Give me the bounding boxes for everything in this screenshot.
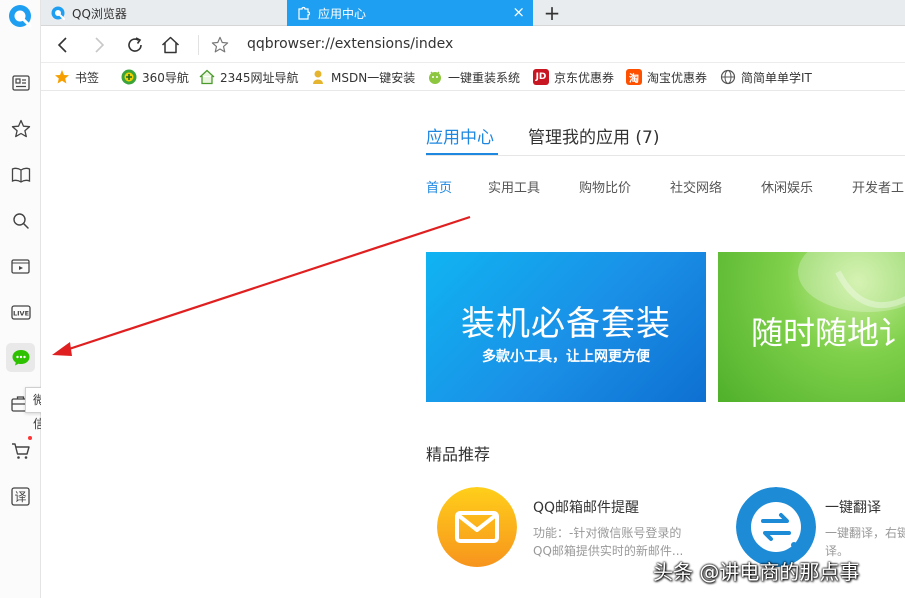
category-shopping[interactable]: 购物比价 bbox=[579, 177, 631, 196]
bookmark-item[interactable]: 淘 淘宝优惠券 bbox=[626, 68, 707, 86]
translate-app-icon bbox=[736, 487, 816, 567]
bookmark-label: 一键重装系统 bbox=[448, 70, 521, 85]
tab-title: QQ浏览器 bbox=[72, 6, 127, 21]
app-name: 一键翻译 bbox=[825, 500, 881, 516]
tab-app-center-home[interactable]: 应用中心 bbox=[426, 123, 494, 148]
taobao-icon: 淘 bbox=[626, 69, 642, 85]
notification-dot bbox=[28, 436, 32, 440]
toolbar-divider bbox=[198, 35, 199, 55]
bookmark-item[interactable]: JD 京东优惠券 bbox=[533, 68, 614, 86]
category-social[interactable]: 社交网络 bbox=[670, 177, 722, 196]
bookmark-label: 淘宝优惠券 bbox=[647, 70, 708, 85]
search-icon[interactable] bbox=[6, 206, 35, 235]
browser-window: LIVE 译 微信 QQ浏览器 应用中心 × + qqbrowser://ext… bbox=[0, 0, 905, 598]
reinstall-icon bbox=[429, 71, 441, 84]
banner-anywhere[interactable]: 随时随地讠 bbox=[718, 252, 905, 402]
wechat-icon[interactable] bbox=[6, 343, 35, 372]
bookmark-item[interactable]: 书签 bbox=[54, 68, 99, 86]
refresh-icon bbox=[128, 37, 142, 52]
bookmark-item[interactable]: 简简单单学IT bbox=[720, 68, 812, 86]
qq-browser-logo-icon[interactable] bbox=[8, 4, 33, 29]
bookmark-star-button[interactable] bbox=[208, 33, 232, 57]
new-tab-button[interactable]: + bbox=[539, 0, 565, 26]
qq-browser-tab-icon bbox=[51, 6, 65, 20]
svg-text:LIVE: LIVE bbox=[12, 310, 28, 318]
mail-icon bbox=[437, 487, 517, 567]
banner-title: 装机必备套装 bbox=[461, 304, 671, 344]
news-icon[interactable] bbox=[6, 68, 35, 97]
msdn-icon bbox=[313, 70, 323, 84]
forward-button[interactable] bbox=[87, 33, 111, 57]
bookmark-item[interactable]: 2345网址导航 bbox=[199, 68, 299, 86]
navigation-bar: qqbrowser://extensions/index bbox=[41, 26, 905, 63]
section-title: 精品推荐 bbox=[426, 445, 491, 464]
book-icon[interactable] bbox=[6, 160, 35, 189]
category-developer[interactable]: 开发者工 bbox=[852, 177, 904, 196]
bookmark-label: 京东优惠券 bbox=[554, 70, 615, 85]
video-icon[interactable] bbox=[6, 252, 35, 281]
banner-subtitle: 多款小工具，让上网更方便 bbox=[482, 349, 650, 365]
app-description: 功能：-针对微信账号登录的 bbox=[533, 526, 682, 540]
plus-icon: + bbox=[543, 1, 561, 25]
back-arrow-icon bbox=[57, 37, 67, 53]
back-button[interactable] bbox=[51, 33, 75, 57]
banner-essential-kit[interactable]: 装机必备套装 多款小工具，让上网更方便 bbox=[426, 252, 706, 402]
tab-strip: QQ浏览器 应用中心 × + bbox=[41, 0, 905, 26]
bookmark-label: 简简单单学IT bbox=[741, 70, 812, 85]
star-outline-icon bbox=[211, 36, 229, 53]
puzzle-icon bbox=[298, 6, 311, 20]
globe-icon bbox=[720, 69, 736, 85]
refresh-button[interactable] bbox=[123, 33, 147, 57]
house-icon bbox=[199, 69, 215, 85]
category-tools[interactable]: 实用工具 bbox=[488, 177, 540, 196]
app-description: 一键翻译，右键 bbox=[825, 526, 905, 540]
left-sidebar: LIVE 译 微信 bbox=[0, 0, 54, 598]
favorites-star-icon[interactable] bbox=[6, 114, 35, 143]
svg-text:译: 译 bbox=[14, 490, 26, 504]
category-leisure[interactable]: 休闲娱乐 bbox=[761, 177, 813, 196]
bookmark-item[interactable]: MSDN一键安装 bbox=[310, 68, 415, 86]
tab-qq-browser[interactable]: QQ浏览器 bbox=[41, 0, 287, 26]
bookmark-label: 书签 bbox=[75, 70, 100, 85]
bookmark-label: MSDN一键安装 bbox=[331, 70, 416, 85]
bookmark-item[interactable]: 一键重装系统 bbox=[427, 68, 520, 86]
bookmark-item[interactable]: 360导航 bbox=[121, 68, 189, 86]
category-home[interactable]: 首页 bbox=[426, 177, 452, 196]
translate-icon[interactable]: 译 bbox=[6, 482, 35, 511]
tab-title: 应用中心 bbox=[318, 6, 367, 21]
bookmarks-bar: 书签 360导航 2345网址导航 MSDN一键安装 一键重装系统 JD 京东优… bbox=[41, 63, 905, 91]
360-icon bbox=[121, 69, 137, 85]
jd-icon: JD bbox=[533, 69, 549, 85]
shopping-cart-icon[interactable] bbox=[6, 436, 35, 465]
watermark: 头条 @讲电商的那点事 bbox=[653, 560, 860, 584]
live-icon[interactable]: LIVE bbox=[6, 298, 35, 327]
forward-arrow-icon bbox=[95, 37, 105, 53]
app-center-page: 应用中心 管理我的应用 (7) 首页 实用工具 购物比价 社交网络 休闲娱乐 开… bbox=[41, 91, 905, 598]
tab-app-center[interactable]: 应用中心 × bbox=[287, 0, 533, 26]
header-divider bbox=[426, 155, 905, 156]
bookmark-label: 360导航 bbox=[142, 70, 189, 85]
address-input[interactable]: qqbrowser://extensions/index bbox=[247, 36, 453, 52]
home-icon bbox=[161, 36, 179, 54]
banner-title: 随时随地讠 bbox=[751, 314, 905, 352]
tab-close-icon[interactable]: × bbox=[512, 5, 525, 20]
bookmark-label: 2345网址导航 bbox=[220, 70, 299, 85]
app-name: QQ邮箱邮件提醒 bbox=[533, 500, 640, 516]
star-icon bbox=[55, 70, 69, 84]
home-button[interactable] bbox=[158, 33, 182, 57]
tab-manage-apps[interactable]: 管理我的应用 (7) bbox=[528, 123, 659, 148]
